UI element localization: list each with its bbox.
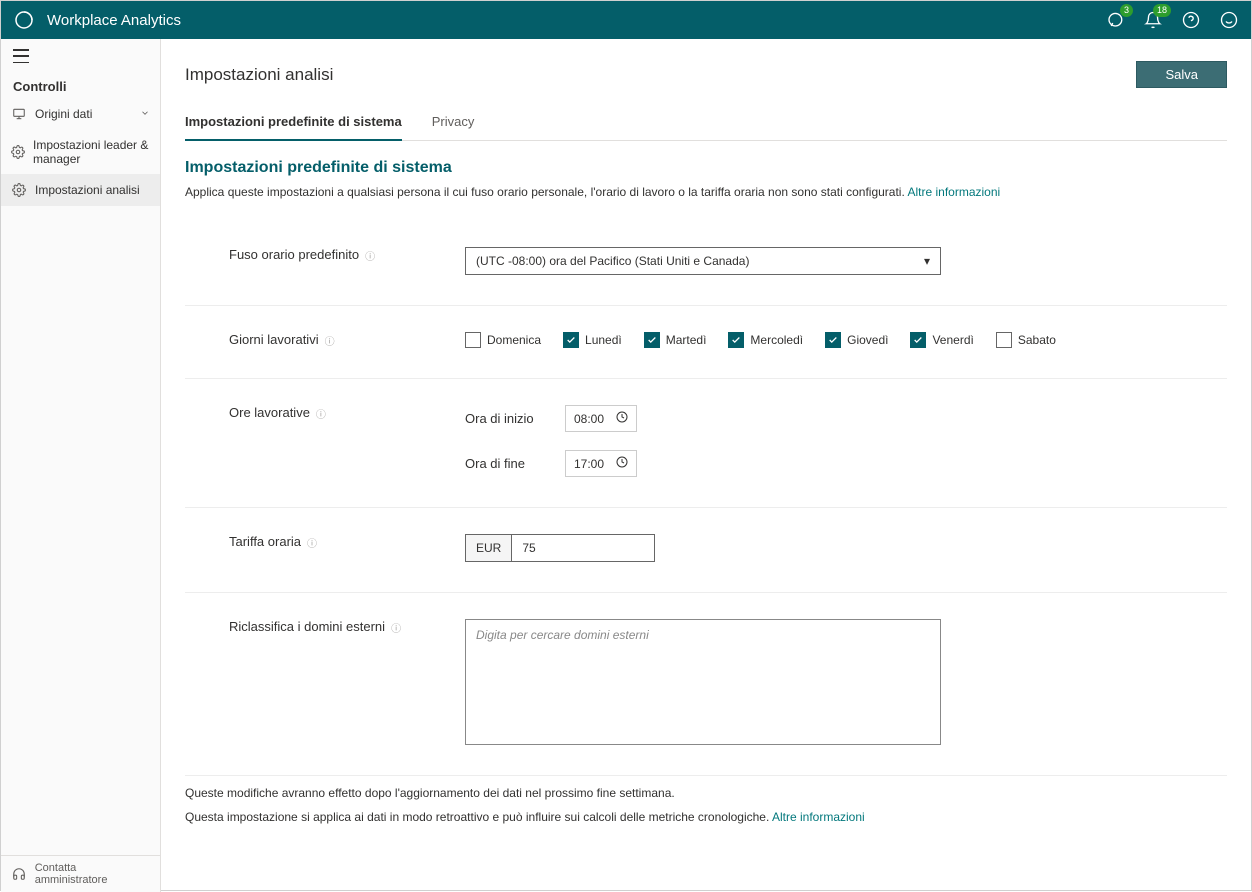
day-label: Giovedì <box>847 333 888 347</box>
note-line-1: Queste modifiche avranno effetto dopo l'… <box>185 786 1227 800</box>
row-reclassify-domains: Riclassifica i domini esterni ⓘ Digita p… <box>185 593 1227 776</box>
day-checkbox[interactable]: Venerdì <box>910 332 973 348</box>
hourly-rate-input[interactable]: EUR 75 <box>465 534 655 562</box>
reclassify-label: Riclassifica i domini esterni <box>229 619 385 634</box>
timezone-value: (UTC -08:00) ora del Pacifico (Stati Uni… <box>476 254 749 268</box>
smile-icon[interactable] <box>1219 10 1239 30</box>
checkbox-icon <box>465 332 481 348</box>
tab-privacy[interactable]: Privacy <box>432 108 475 140</box>
end-time-input[interactable]: 17:00 <box>565 450 637 477</box>
notifications-icon[interactable]: 18 <box>1143 10 1163 30</box>
clock-icon <box>616 411 628 426</box>
notifications-badge: 18 <box>1153 4 1171 17</box>
sidebar-item-label: Impostazioni leader & manager <box>33 138 150 166</box>
sidebar-item-label: Origini dati <box>35 107 92 121</box>
day-checkbox[interactable]: Lunedì <box>563 332 622 348</box>
section-title: Impostazioni predefinite di sistema <box>185 159 1227 177</box>
checkbox-icon <box>910 332 926 348</box>
help-icon[interactable] <box>1181 10 1201 30</box>
sidebar-item-label: Impostazioni analisi <box>35 183 140 197</box>
footer-notes: Queste modifiche avranno effetto dopo l'… <box>185 786 1227 824</box>
day-label: Sabato <box>1018 333 1056 347</box>
app-title: Workplace Analytics <box>47 12 1105 29</box>
checkbox-icon <box>563 332 579 348</box>
checkbox-icon <box>728 332 744 348</box>
section-description: Applica queste impostazioni a qualsiasi … <box>185 185 1227 199</box>
info-icon[interactable]: ⓘ <box>365 248 375 263</box>
end-time-label: Ora di fine <box>465 456 535 471</box>
day-label: Martedì <box>666 333 707 347</box>
day-checkbox[interactable]: Sabato <box>996 332 1056 348</box>
row-workhours: Ore lavorative ⓘ Ora di inizio 08:00 Ora… <box>185 379 1227 508</box>
gear-icon <box>11 144 25 160</box>
note-line-2: Questa impostazione si applica ai dati i… <box>185 810 769 824</box>
timezone-select[interactable]: (UTC -08:00) ora del Pacifico (Stati Uni… <box>465 247 941 275</box>
page-title: Impostazioni analisi <box>185 65 333 85</box>
sidebar-item-impostazioni-analisi[interactable]: Impostazioni analisi <box>1 174 160 206</box>
day-label: Venerdì <box>932 333 973 347</box>
timezone-label: Fuso orario predefinito <box>229 247 359 262</box>
info-icon[interactable]: ⓘ <box>307 535 317 550</box>
feedback-badge: 3 <box>1120 4 1133 17</box>
contact-admin-link[interactable]: Contatta amministratore <box>1 855 160 892</box>
day-label: Domenica <box>487 333 541 347</box>
sidebar-footer-label: Contatta amministratore <box>35 862 150 886</box>
start-time-input[interactable]: 08:00 <box>565 405 637 432</box>
more-info-link[interactable]: Altre informazioni <box>907 185 1000 199</box>
day-checkbox[interactable]: Martedì <box>644 332 707 348</box>
data-source-icon <box>11 106 27 122</box>
reclassify-textarea[interactable]: Digita per cercare domini esterni <box>465 619 941 745</box>
row-workdays: Giorni lavorativi ⓘ Domenica Lunedì Marted… <box>185 306 1227 379</box>
hamburger-icon[interactable] <box>13 49 29 63</box>
sidebar: Controlli Origini dati Impostazioni lead… <box>1 39 161 892</box>
info-icon[interactable]: ⓘ <box>391 620 401 635</box>
headset-icon <box>11 866 27 882</box>
feedback-icon[interactable]: 3 <box>1105 10 1125 30</box>
day-checkbox[interactable]: Domenica <box>465 332 541 348</box>
rate-value: 75 <box>512 535 654 561</box>
tab-system-defaults[interactable]: Impostazioni predefinite di sistema <box>185 108 402 141</box>
hourly-rate-label: Tariffa oraria <box>229 534 301 549</box>
tabs: Impostazioni predefinite di sistema Priv… <box>185 108 1227 141</box>
checkbox-icon <box>644 332 660 348</box>
chevron-down-icon <box>140 107 150 121</box>
clock-icon <box>616 456 628 471</box>
info-icon[interactable]: ⓘ <box>325 333 335 348</box>
day-checkbox[interactable]: Mercoledì <box>728 332 803 348</box>
day-label: Mercoledì <box>750 333 803 347</box>
sidebar-item-origini-dati[interactable]: Origini dati <box>1 98 160 130</box>
gear-icon <box>11 182 27 198</box>
row-hourly-rate: Tariffa oraria ⓘ EUR 75 <box>185 508 1227 593</box>
more-info-link[interactable]: Altre informazioni <box>772 810 865 824</box>
app-header: Workplace Analytics 3 18 <box>1 1 1251 39</box>
workdays-label: Giorni lavorativi <box>229 332 319 347</box>
checkbox-icon <box>996 332 1012 348</box>
day-label: Lunedì <box>585 333 622 347</box>
checkbox-icon <box>825 332 841 348</box>
caret-down-icon: ▾ <box>924 254 930 268</box>
currency-label: EUR <box>466 535 512 561</box>
day-checkbox[interactable]: Giovedì <box>825 332 888 348</box>
sidebar-section-label: Controlli <box>1 73 160 98</box>
app-logo-icon <box>13 9 35 31</box>
start-time-label: Ora di inizio <box>465 411 535 426</box>
save-button[interactable]: Salva <box>1136 61 1227 88</box>
workhours-label: Ore lavorative <box>229 405 310 420</box>
sidebar-item-leader-manager[interactable]: Impostazioni leader & manager <box>1 130 160 174</box>
row-timezone: Fuso orario predefinito ⓘ (UTC -08:00) o… <box>185 221 1227 306</box>
main-content: Impostazioni analisi Salva Impostazioni … <box>161 39 1251 892</box>
info-icon[interactable]: ⓘ <box>316 406 326 421</box>
